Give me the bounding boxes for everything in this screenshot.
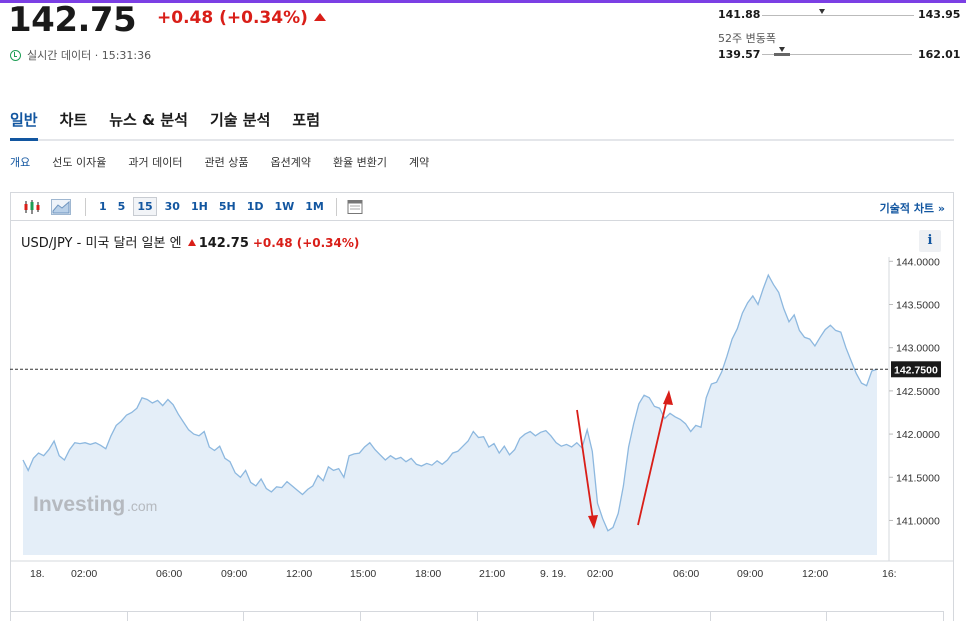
y-tick-label: 142.0000 <box>896 429 940 441</box>
interval-1m[interactable]: 1M <box>302 198 327 215</box>
price-change: +0.48 (+0.34%) <box>157 8 326 28</box>
chart-title: USD/JPY - 미국 달러 일본 엔 142.75 +0.48 (+0.34%… <box>21 232 359 251</box>
x-tick-label: 06:00 <box>673 568 699 580</box>
x-tick-label: 12:00 <box>286 568 312 580</box>
subtab-related[interactable]: 관련 상품 <box>204 154 248 170</box>
day-range-track <box>762 15 914 16</box>
annotation-up-arrowhead <box>663 390 673 405</box>
x-tick-label: 21:00 <box>479 568 505 580</box>
y-tick-label: 142.5000 <box>896 386 940 398</box>
chart-panel: 1 5 15 30 1H 5H 1D 1W 1M 기술적 차트 » USD/JP… <box>10 192 954 621</box>
week52-range-marker-icon <box>779 47 785 52</box>
tab-news-analysis[interactable]: 뉴스 & 분석 <box>109 107 188 139</box>
subtab-forward-rates[interactable]: 선도 이자율 <box>52 154 106 170</box>
x-tick-label: 09:00 <box>737 568 763 580</box>
chart-toolbar: 1 5 15 30 1H 5H 1D 1W 1M 기술적 차트 » <box>11 193 953 221</box>
day-range-marker-icon <box>819 9 825 14</box>
y-tick-label: 143.0000 <box>896 343 940 355</box>
week52-range-label: 52주 변동폭 <box>718 32 776 45</box>
area-chart-icon[interactable] <box>51 198 71 215</box>
chart-change: +0.48 (+0.34%) <box>252 236 360 250</box>
week52-range-high: 162.01 <box>918 48 961 61</box>
y-tick-label: 141.5000 <box>896 472 940 484</box>
up-triangle-icon <box>313 13 326 21</box>
y-tick-label: 143.5000 <box>896 300 940 312</box>
table-cell <box>826 611 944 621</box>
y-tick-label: 141.0000 <box>896 515 940 527</box>
subtab-converter[interactable]: 환율 변환기 <box>333 154 387 170</box>
investing-logo-suffix: .com <box>127 498 157 514</box>
calendar-icon[interactable] <box>347 199 365 215</box>
info-button[interactable]: i <box>919 230 941 252</box>
day-range-high: 143.95 <box>918 8 961 21</box>
week52-range-fill <box>774 53 790 56</box>
realtime-label: 실시간 데이터 · 15:31:36 <box>27 49 152 62</box>
clock-icon <box>10 49 21 61</box>
chart-pair-name: USD/JPY - 미국 달러 일본 엔 <box>21 236 182 251</box>
interval-1h[interactable]: 1H <box>188 198 211 215</box>
table-cell <box>593 611 710 621</box>
subtab-overview[interactable]: 개요 <box>10 154 30 170</box>
x-tick-label: 02:00 <box>71 568 97 580</box>
interval-30[interactable]: 30 <box>162 198 183 215</box>
table-cell <box>126 611 244 621</box>
week52-range-low: 139.57 <box>718 48 761 61</box>
interval-15[interactable]: 15 <box>133 197 157 216</box>
sub-tabs: 개요 선도 이자율 과거 데이터 관련 상품 옵션계약 환율 변환기 계약 <box>10 154 451 170</box>
day-range: 141.88 143.95 <box>718 8 960 28</box>
y-tick-label: 144.0000 <box>896 257 940 268</box>
week52-range: 52주 변동폭 139.57 162.01 <box>718 30 960 62</box>
x-tick-label: 9. 19. <box>540 568 566 580</box>
x-tick-label: 16: <box>882 568 897 580</box>
investing-logo: Investing <box>33 493 125 516</box>
interval-1d[interactable]: 1D <box>244 198 267 215</box>
toolbar-divider <box>85 197 86 216</box>
subtab-historical-data[interactable]: 과거 데이터 <box>128 154 182 170</box>
subtab-options[interactable]: 옵션계약 <box>270 154 310 170</box>
current-price-tag-label: 142.7500 <box>894 364 938 376</box>
x-tick-label: 09:00 <box>221 568 247 580</box>
subtab-contracts[interactable]: 계약 <box>409 154 429 170</box>
current-price: 142.75 <box>8 0 137 40</box>
interval-1w[interactable]: 1W <box>271 198 297 215</box>
interval-5[interactable]: 5 <box>115 198 129 215</box>
price-change-text: +0.48 (+0.34%) <box>157 8 308 28</box>
toolbar-divider <box>335 197 337 216</box>
price-chart: 144.0000 143.5000 143.0000 142.5000 142.0000… <box>10 257 954 580</box>
tab-chart[interactable]: 차트 <box>60 107 88 139</box>
up-arrow-icon <box>187 239 196 246</box>
day-range-low: 141.88 <box>718 8 761 21</box>
table-cell <box>476 611 594 621</box>
table-cell <box>243 611 360 621</box>
technical-chart-link[interactable]: 기술적 차트 » <box>880 200 945 216</box>
x-tick-label: 12:00 <box>802 568 828 580</box>
interval-1[interactable]: 1 <box>96 198 110 215</box>
x-tick-label: 15:00 <box>350 568 376 580</box>
candlestick-icon[interactable] <box>23 199 41 215</box>
x-tick-label: 06:00 <box>156 568 182 580</box>
top-accent-bar <box>0 0 966 3</box>
tab-technical[interactable]: 기술 분석 <box>210 107 270 139</box>
x-tick-label: 18:00 <box>415 568 441 580</box>
table-cell <box>359 611 477 621</box>
interval-5h[interactable]: 5H <box>216 198 239 215</box>
chart-price: 142.75 <box>198 236 249 251</box>
table-cell <box>10 611 127 621</box>
tab-general[interactable]: 일반 <box>10 107 38 141</box>
x-tick-label: 18. <box>30 568 45 580</box>
table-cell <box>709 611 827 621</box>
x-tick-label: 02:00 <box>587 568 613 580</box>
tab-forum[interactable]: 포럼 <box>292 107 320 139</box>
realtime-status: 실시간 데이터 · 15:31:36 <box>10 47 151 63</box>
bottom-table-header <box>10 611 944 621</box>
main-tabs: 일반 차트 뉴스 & 분석 기술 분석 포럼 <box>10 107 954 141</box>
